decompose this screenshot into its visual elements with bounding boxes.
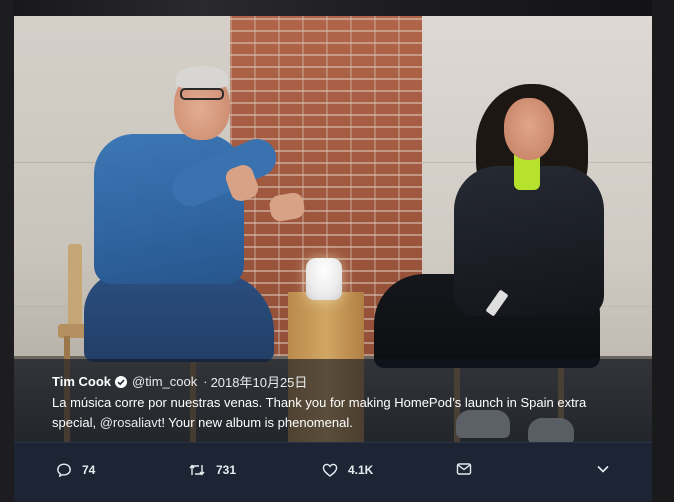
tweet-actions: 74 731 4.1K [14, 442, 652, 501]
retweet-button[interactable]: 731 [188, 462, 236, 478]
chevron-down-icon [597, 465, 609, 473]
person-left-hair [176, 66, 228, 88]
separator: · [203, 374, 208, 389]
person-right-head [504, 98, 554, 160]
left-edge [0, 0, 14, 502]
verified-icon [115, 375, 127, 388]
top-edge [0, 0, 674, 16]
reply-count: 74 [82, 463, 96, 477]
like-button[interactable]: 4.1K [322, 462, 373, 478]
tweet-header: Tim Cook @tim_cook · 2018年10月25日 [52, 372, 307, 391]
reply-icon [57, 463, 71, 478]
retweet-icon [189, 464, 205, 476]
tweet-text: La música corre por nuestras venas. Than… [52, 393, 612, 433]
author-name[interactable]: Tim Cook [52, 374, 111, 389]
direct-message-button[interactable] [456, 462, 472, 476]
person-left-legs [84, 272, 274, 362]
tweet-overlay: Tim Cook @tim_cook · 2018年10月25日 La músi… [14, 359, 652, 442]
right-edge [652, 0, 674, 502]
reply-button[interactable]: 74 [56, 462, 95, 478]
chair-left-back [68, 244, 82, 330]
glasses [180, 88, 224, 100]
mention-link[interactable]: @rosaliavt [100, 415, 162, 430]
like-count: 4.1K [348, 463, 374, 477]
retweet-count: 731 [216, 463, 237, 477]
like-icon [322, 463, 338, 477]
message-icon [456, 463, 472, 475]
tweet-text-part2: ! Your new album is phenomenal. [161, 415, 353, 430]
more-options-button[interactable] [596, 462, 610, 476]
tweet-date[interactable]: 2018年10月25日 [211, 372, 308, 391]
author-handle[interactable]: @tim_cook [132, 374, 197, 389]
homepod-speaker [306, 258, 342, 300]
